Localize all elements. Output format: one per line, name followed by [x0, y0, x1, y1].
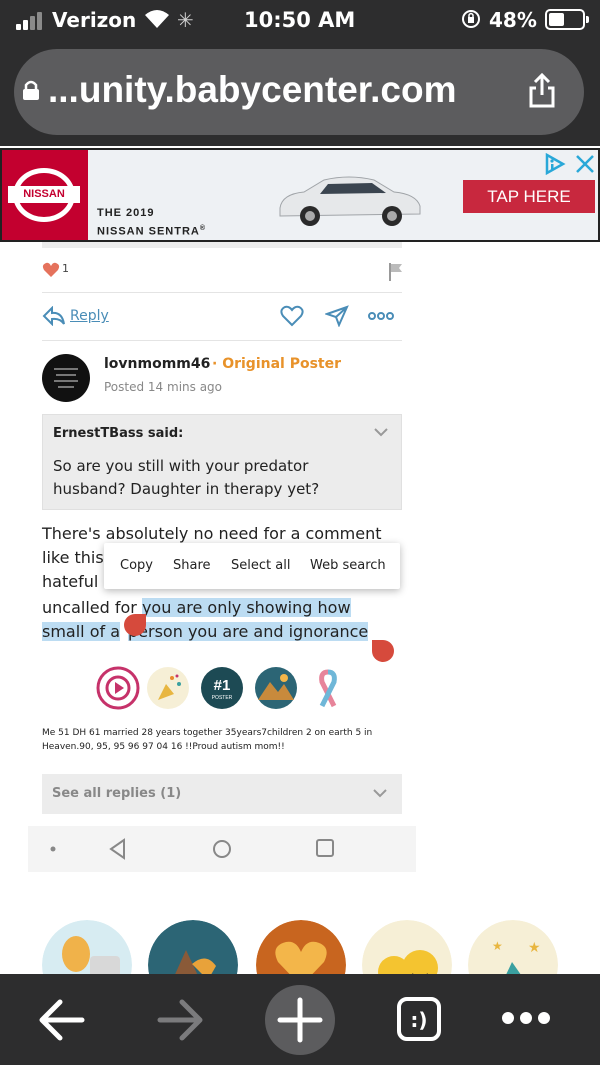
- quote-text: So are you still with your predator husb…: [53, 457, 320, 498]
- number-one-poster-badge-icon[interactable]: #1 POSTER: [200, 666, 244, 710]
- see-all-replies-button[interactable]: See all replies (1): [42, 774, 402, 814]
- heart-icon[interactable]: [280, 305, 304, 327]
- cell-signal-icon: [16, 10, 48, 30]
- address-bar[interactable]: ...unity.babycenter.com: [14, 49, 584, 135]
- reply-button[interactable]: Reply: [42, 304, 122, 328]
- ad-headline: THE 2019 NISSAN SENTRA®: [97, 207, 207, 238]
- chevron-down-icon: [373, 789, 387, 798]
- battery-icon: [545, 9, 589, 30]
- loading-spinner-icon: ✳: [177, 8, 194, 32]
- forum-post-area: 1 Reply lovnmomm46 · Original Poster Pos…: [28, 242, 416, 872]
- selection-end-handle[interactable]: [372, 640, 394, 662]
- context-menu-share[interactable]: Share: [173, 558, 211, 573]
- browser-top-chrome: Verizon ✳ 10:50 AM 48% ...unity.babycent…: [0, 0, 600, 146]
- forward-arrow-icon[interactable]: [156, 998, 206, 1042]
- carrier-name: Verizon: [52, 8, 137, 32]
- selection-start-handle[interactable]: [124, 614, 146, 636]
- rotation-lock-icon: [462, 10, 480, 28]
- like-heart-icon[interactable]: [42, 262, 60, 278]
- context-menu-select-all[interactable]: Select all: [231, 558, 290, 573]
- section-divider: [42, 242, 402, 248]
- svg-text:★: ★: [528, 940, 541, 956]
- user-badges: #1 POSTER: [96, 666, 356, 714]
- clock: 10:50 AM: [244, 8, 356, 32]
- more-options-icon[interactable]: [368, 309, 394, 323]
- sticker-strip: ★ ★: [0, 900, 600, 980]
- svg-text:POSTER: POSTER: [212, 695, 233, 701]
- quote-author: ErnestTBass said:: [53, 426, 184, 441]
- balloon-sticker-icon[interactable]: [42, 920, 132, 980]
- user-avatar[interactable]: [42, 354, 90, 402]
- selected-text[interactable]: small of a: [42, 622, 121, 641]
- wifi-icon: [145, 10, 169, 28]
- svg-text:★: ★: [492, 939, 503, 953]
- post-timestamp: Posted 14 mins ago: [104, 380, 223, 394]
- android-home-icon[interactable]: [211, 838, 233, 860]
- video-badge-icon[interactable]: [96, 666, 140, 710]
- android-back-icon[interactable]: [108, 838, 128, 860]
- more-menu-icon[interactable]: [500, 1010, 552, 1026]
- post-body-line: small of a person you are and ignorance: [42, 622, 369, 641]
- see-all-replies-label: See all replies (1): [52, 786, 182, 801]
- text-context-menu: Copy Share Select all Web search: [104, 543, 400, 589]
- original-poster-label: · Original Poster: [212, 356, 342, 372]
- awareness-ribbon-icon[interactable]: [306, 666, 350, 710]
- post-body-line: There's absolutely no need for a comment: [42, 524, 382, 543]
- share-icon[interactable]: [527, 73, 557, 109]
- divider: [42, 340, 402, 341]
- battery-percent: 48%: [489, 8, 537, 32]
- post-body-line: like this: [42, 548, 104, 567]
- lock-icon: [23, 80, 39, 100]
- quoted-reply[interactable]: ErnestTBass said: So are you still with …: [42, 414, 402, 510]
- reply-label[interactable]: Reply: [70, 308, 109, 324]
- tabs-icon[interactable]: :): [396, 996, 442, 1042]
- status-bar: Verizon ✳ 10:50 AM 48%: [0, 0, 600, 40]
- new-tab-plus-icon[interactable]: [264, 984, 336, 1056]
- report-flag-icon[interactable]: [388, 262, 404, 282]
- selected-text[interactable]: person you are and ignorance: [128, 622, 369, 641]
- post-body-line: hateful: [42, 572, 99, 591]
- mountain-badge-icon[interactable]: [254, 666, 298, 710]
- send-icon[interactable]: [325, 305, 349, 327]
- back-arrow-icon[interactable]: [36, 998, 86, 1042]
- divider: [42, 292, 402, 293]
- close-ad-icon[interactable]: [573, 152, 597, 176]
- dot-icon: [50, 846, 56, 852]
- tap-here-button[interactable]: TAP HERE: [463, 180, 595, 213]
- android-recents-icon[interactable]: [315, 838, 335, 858]
- party-badge-icon[interactable]: [146, 666, 190, 710]
- browser-bottom-toolbar: :): [0, 974, 600, 1065]
- like-count: 1: [62, 262, 69, 275]
- svg-text:#1: #1: [214, 677, 231, 694]
- selected-text[interactable]: you are only showing how: [141, 598, 351, 617]
- post-body-line: uncalled for you are only showing how: [42, 598, 351, 617]
- lunchbox-sticker-icon[interactable]: [148, 920, 238, 980]
- heart-sticker-icon[interactable]: [256, 920, 346, 980]
- post-username[interactable]: lovnmomm46: [104, 356, 210, 372]
- context-menu-copy[interactable]: Copy: [120, 558, 153, 573]
- context-menu-web-search[interactable]: Web search: [310, 558, 386, 573]
- laughing-faces-sticker-icon[interactable]: [362, 920, 452, 980]
- user-signature: Me 51 DH 61 married 28 years together 35…: [42, 728, 373, 752]
- reply-arrow-icon: [42, 306, 65, 326]
- nissan-logo: NISSAN: [2, 150, 88, 240]
- ad-banner[interactable]: NISSAN THE 2019 NISSAN SENTRA® TAP HERE: [0, 148, 600, 242]
- car-image: [279, 176, 421, 226]
- embedded-android-nav-bar: [28, 826, 416, 872]
- url-text[interactable]: ...unity.babycenter.com: [48, 69, 456, 111]
- svg-text::): :): [410, 1008, 427, 1032]
- confetti-sticker-icon[interactable]: ★ ★: [468, 920, 558, 980]
- adchoices-icon[interactable]: [543, 153, 567, 175]
- chevron-down-icon[interactable]: [373, 427, 389, 437]
